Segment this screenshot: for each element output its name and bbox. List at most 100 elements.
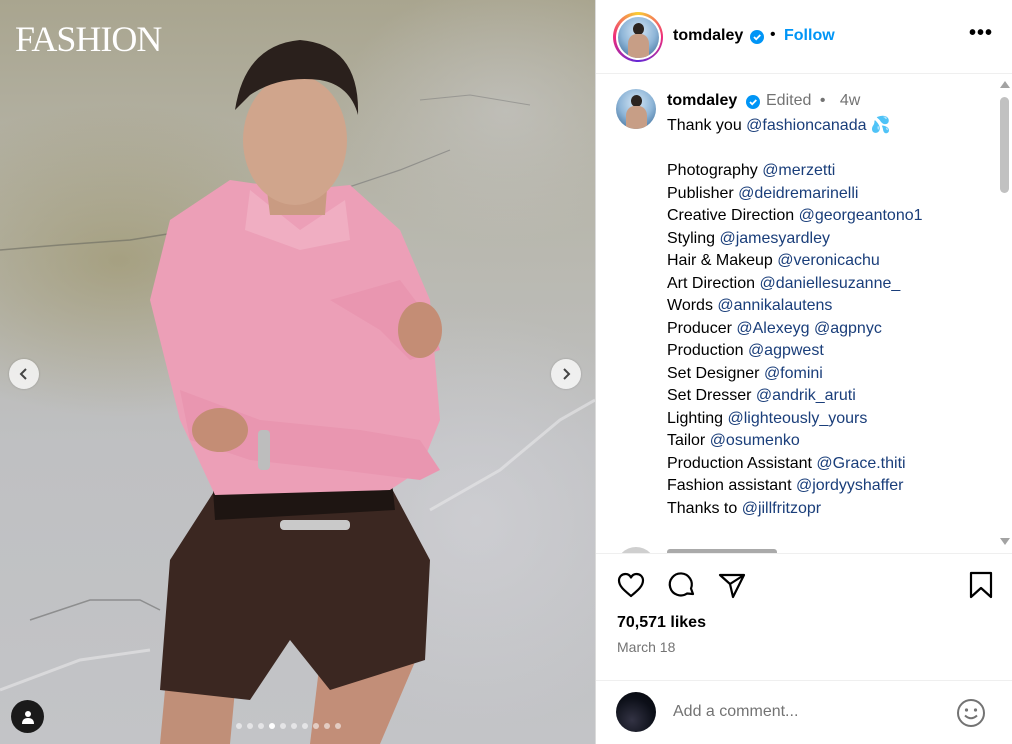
mention-link[interactable]: @jordyyshaffer — [796, 477, 904, 494]
carousel-dot — [236, 723, 242, 729]
caption-line-text: Thanks to — [667, 499, 742, 517]
scroll-down-arrow-icon[interactable] — [1000, 538, 1010, 545]
caption-line: Art Direction @daniellesuzanne_ — [667, 273, 987, 296]
caption-meta: Edited • 4w — [766, 92, 860, 110]
caption-line-text: Lighting — [667, 409, 728, 427]
mention-link[interactable]: @jamesyardley — [719, 230, 830, 247]
avatar — [617, 16, 659, 58]
comment-icon[interactable] — [667, 570, 697, 600]
carousel-prev-button[interactable] — [9, 359, 39, 389]
caption-line: Tailor @osumenko — [667, 430, 987, 453]
mention-link[interactable]: @daniellesuzanne_ — [759, 275, 900, 292]
mention-link[interactable]: @jillfritzopr — [742, 500, 821, 517]
caption-line: Lighting @lighteously_yours — [667, 408, 987, 431]
verified-badge-icon — [750, 29, 764, 47]
caption-username[interactable]: tomdaley — [667, 92, 737, 110]
comment-input[interactable]: Add a comment... — [673, 703, 798, 721]
caption-line: Set Designer @fomini — [667, 363, 987, 386]
mention-link[interactable]: @osumenko — [710, 432, 800, 449]
carousel-dot — [258, 723, 264, 729]
mention-link[interactable]: @andrik_aruti — [756, 387, 856, 404]
caption-line-text: Styling — [667, 229, 720, 247]
caption-text: Thank you @fashioncanada 💦 Photography @m… — [667, 115, 987, 520]
caption-line-text: Producer — [667, 319, 737, 337]
mention-link[interactable]: @Alexeyg @agpnyc — [736, 320, 881, 337]
emoji-icon[interactable] — [956, 698, 986, 728]
caption-line — [667, 138, 987, 161]
carousel-dot — [291, 723, 297, 729]
caption-line-text: Thank you — [667, 117, 747, 134]
carousel-indicator — [236, 723, 341, 729]
carousel-dot — [280, 723, 286, 729]
caption-line-text: Photography — [667, 162, 763, 179]
caption-line-text: Creative Direction — [667, 207, 799, 224]
heart-icon[interactable] — [616, 570, 646, 600]
header-separator: • — [770, 26, 776, 43]
caption-line: Set Dresser @andrik_aruti — [667, 385, 987, 408]
chevron-left-icon — [19, 368, 27, 380]
more-options-button[interactable]: ••• — [969, 22, 993, 45]
caption-line-text: Publisher — [667, 184, 739, 202]
mention-link[interactable]: @deidremarinelli — [738, 185, 858, 202]
send-icon[interactable] — [717, 570, 747, 600]
caption-avatar[interactable] — [616, 89, 656, 129]
carousel-dot — [324, 723, 330, 729]
caption-separator: • — [819, 92, 826, 109]
caption-line: Words @annikalautens — [667, 295, 987, 318]
caption-line: Thanks to @jillfritzopr — [667, 498, 987, 521]
mention-link[interactable]: @georgeantono1 — [799, 207, 923, 224]
caption-line: Fashion assistant @jordyyshaffer — [667, 475, 987, 498]
caption-line: Production Assistant @Grace.thiti — [667, 453, 987, 476]
photo-scene — [0, 40, 595, 744]
caption-line-text: Production — [667, 342, 748, 359]
caption-line: Photography @merzetti — [667, 160, 987, 183]
scroll-thumb[interactable] — [1000, 97, 1009, 193]
caption-area: tomdaley Edited • 4w Thank you @fashionc… — [596, 75, 1012, 553]
caption-line: Production @agpwest — [667, 340, 987, 363]
post-date[interactable]: March 18 — [617, 639, 675, 655]
mention-link[interactable]: @veronicachu — [777, 252, 880, 269]
mention-link[interactable]: @fomini — [764, 365, 823, 382]
caption-line-text: Production Assistant — [667, 454, 817, 472]
carousel-next-button[interactable] — [551, 359, 581, 389]
post-age[interactable]: 4w — [840, 92, 860, 109]
post-header: tomdaley • Follow ••• — [596, 0, 1012, 74]
caption-line-text: Hair & Makeup — [667, 252, 778, 269]
mention-link[interactable]: @Grace.thiti — [816, 455, 905, 472]
user-icon — [21, 710, 34, 724]
mention-link[interactable]: @fashioncanada — [746, 117, 866, 134]
story-ring[interactable] — [613, 12, 663, 62]
caption-line: Producer @Alexeyg @agpnyc — [667, 318, 987, 341]
likes-count[interactable]: 70,571 likes — [617, 614, 706, 632]
header-username[interactable]: tomdaley — [673, 27, 743, 45]
caption-line-text: Art Direction — [667, 274, 760, 292]
carousel-dot — [247, 723, 253, 729]
verified-badge-icon — [746, 94, 760, 112]
caption-line: Publisher @deidremarinelli — [667, 183, 987, 206]
caption-line-text: Words — [667, 297, 718, 314]
comment-box: Add a comment... — [596, 680, 1012, 744]
mention-link[interactable]: @agpwest — [748, 342, 824, 359]
follow-button[interactable]: Follow — [784, 27, 835, 45]
tagged-users-button[interactable] — [11, 700, 44, 733]
scroll-up-arrow-icon[interactable] — [1000, 81, 1010, 88]
edited-label: Edited — [766, 92, 812, 109]
carousel-dot — [269, 723, 275, 729]
caption-line-suffix: 💦 — [866, 117, 891, 134]
mention-link[interactable]: @lighteously_yours — [728, 410, 868, 427]
carousel-dot — [335, 723, 341, 729]
mention-link[interactable]: @merzetti — [762, 162, 835, 179]
caption-line-text: Set Designer — [667, 364, 764, 382]
current-user-avatar — [616, 692, 656, 732]
caption-line: Styling @jamesyardley — [667, 228, 987, 251]
caption-line: Creative Direction @georgeantono1 — [667, 205, 987, 228]
post-photo[interactable]: FASHION — [0, 0, 595, 744]
mention-link[interactable]: @annikalautens — [717, 297, 832, 314]
post-actions: 70,571 likes March 18 — [596, 553, 1012, 680]
chevron-right-icon — [563, 368, 571, 380]
caption-line: Hair & Makeup @veronicachu — [667, 250, 987, 273]
caption-line-text: Set Dresser — [667, 387, 756, 404]
caption-scrollbar[interactable] — [996, 77, 1012, 551]
magazine-logo: FASHION — [15, 19, 162, 59]
bookmark-icon[interactable] — [966, 570, 996, 600]
